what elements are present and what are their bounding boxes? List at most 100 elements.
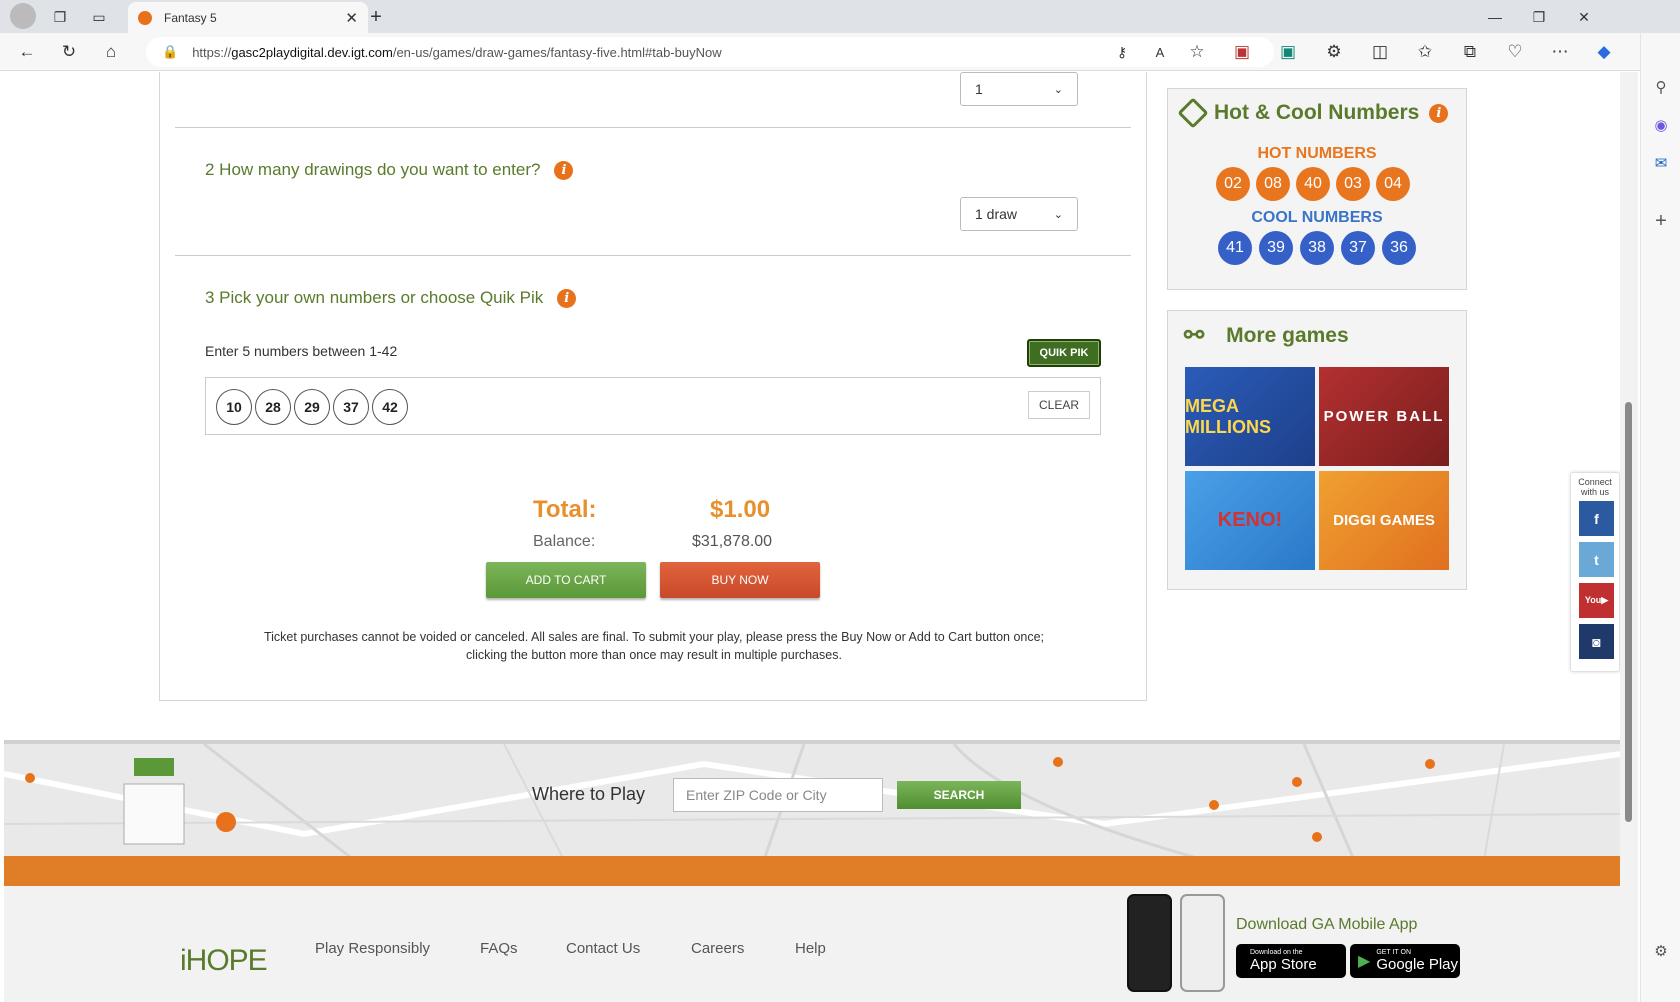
app-store-big-text: App Store [1250,956,1317,973]
footer: iHOPE Play Responsibly FAQs Contact Us C… [4,886,1620,1002]
buy-now-button[interactable]: BUY NOW [660,562,820,598]
cool-number: 38 [1300,231,1334,265]
cool-number: 39 [1259,231,1293,265]
zip-input[interactable]: Enter ZIP Code or City [673,778,883,812]
orange-band [4,856,1620,886]
extension-icon[interactable]: ▣ [1230,40,1254,64]
step1-select-value: 1 [975,81,983,97]
step3-heading: 3 Pick your own numbers or choose Quik P… [205,288,577,308]
picked-number[interactable]: 42 [372,389,408,425]
extension2-icon[interactable]: ▣ [1276,40,1300,64]
copilot-icon[interactable]: ◆ [1592,40,1616,64]
ihope-logo[interactable]: iHOPE [180,944,268,978]
footer-link-careers[interactable]: Careers [691,940,744,957]
keno-tile[interactable]: KENO! [1185,471,1315,570]
copilot-sidebar-icon[interactable]: ◉ [1649,113,1673,137]
step1-select[interactable]: 1 ⌄ [960,72,1078,106]
clear-button[interactable]: CLEAR [1028,391,1090,419]
picked-number[interactable]: 29 [294,389,330,425]
google-play-big-text: Google Play [1376,956,1459,973]
powerball-tile[interactable]: POWER BALL [1319,367,1449,466]
more-menu-icon[interactable]: ⋯ [1548,40,1572,64]
phone-image [1127,894,1172,992]
divider [175,127,1131,128]
disclaimer-text: Ticket purchases cannot be voided or can… [263,630,1045,662]
tab-title: Fantasy 5 [164,10,217,25]
hot-number: 03 [1336,167,1370,201]
hot-number: 04 [1376,167,1410,201]
footer-link-contact-us[interactable]: Contact Us [566,940,640,957]
connect-label: Connect with us [1578,477,1612,497]
step3-title: 3 Pick your own numbers or choose Quik P… [205,288,544,307]
address-bar[interactable]: 🔒 https://gasc2playdigital.dev.igt.com/e… [146,37,1274,67]
outlook-icon[interactable]: ✉ [1649,151,1673,175]
address-toolbar: ← ↻ ⌂ 🔒 https://gasc2playdigital.dev.igt… [0,33,1680,71]
footer-link-play-responsibly[interactable]: Play Responsibly [315,940,430,957]
browser-essentials-icon[interactable]: ♡ [1503,40,1527,64]
picked-number[interactable]: 37 [333,389,369,425]
close-window-icon[interactable]: ✕ [1573,6,1595,28]
where-to-play-section: Where to Play Enter ZIP Code or City SEA… [4,740,1620,856]
social-sidebar: Connect with us f t You▶ ◙ [1570,472,1620,672]
drawings-select-value: 1 draw [975,206,1018,222]
profile-avatar[interactable] [10,3,36,29]
favorite-star-icon[interactable]: ☆ [1185,40,1209,64]
favorites-icon[interactable]: ✩ [1413,40,1437,64]
number-picker: 10 28 29 37 42 CLEAR [205,377,1101,435]
drawings-select[interactable]: 1 draw ⌄ [960,197,1078,231]
step2-heading: 2 How many drawings do you want to enter… [205,160,574,180]
hot-cool-panel: Hot & Cool Numbers i HOT NUMBERS 02 08 4… [1167,88,1467,290]
page-content: 1 ⌄ 2 How many drawings do you want to en… [0,72,1620,1002]
info-icon[interactable]: i [557,288,577,308]
picked-number[interactable]: 28 [255,389,291,425]
browser-tab-strip: ❐ ▭ Fantasy 5 ✕ + — ❐ ✕ [0,0,1680,33]
refresh-icon[interactable]: ↻ [57,40,81,64]
cool-number: 41 [1218,231,1252,265]
footer-link-help[interactable]: Help [795,940,826,957]
tab-fantasy5[interactable]: Fantasy 5 ✕ [128,2,368,33]
collections-icon[interactable]: ⧉ [1458,40,1482,64]
add-to-cart-button[interactable]: ADD TO CART [486,562,646,598]
picked-number[interactable]: 10 [216,389,252,425]
key-icon[interactable]: ⚷ [1110,40,1134,64]
tab-actions-icon[interactable]: ▭ [88,6,110,28]
play-icon: ▶ [1358,953,1371,970]
google-play-badge[interactable]: ▶ GET IT ON Google Play [1350,944,1460,978]
youtube-icon[interactable]: You▶ [1579,583,1614,618]
quik-pik-button[interactable]: QUIK PIK [1027,339,1101,367]
cool-number: 37 [1341,231,1375,265]
new-tab-icon[interactable]: + [365,6,387,28]
add-sidebar-icon[interactable]: + [1649,209,1673,233]
url-prefix: https:// [192,44,232,60]
split-screen-icon[interactable]: ◫ [1368,40,1392,64]
info-icon[interactable]: i [554,160,574,180]
read-aloud-icon[interactable]: A [1148,40,1172,64]
extensions-icon[interactable]: ⚙ [1322,40,1346,64]
facebook-icon[interactable]: f [1579,501,1614,536]
instagram-icon[interactable]: ◙ [1579,624,1614,659]
page-scrollbar[interactable] [1620,72,1638,1002]
footer-link-faqs[interactable]: FAQs [480,940,518,957]
cool-number: 36 [1382,231,1416,265]
home-icon[interactable]: ⌂ [99,40,123,64]
app-store-badge[interactable]: Download on the App Store [1236,944,1346,978]
search-button[interactable]: SEARCH [897,781,1021,809]
more-games-panel: ⚯ More games MEGA MILLIONS POWER BALL KE… [1167,310,1467,590]
mega-millions-tile[interactable]: MEGA MILLIONS [1185,367,1315,466]
scrollbar-thumb[interactable] [1625,402,1632,822]
workspaces-icon[interactable]: ❐ [49,6,71,28]
diggi-tile[interactable]: DIGGI GAMES [1319,471,1449,570]
back-icon[interactable]: ← [15,40,39,64]
minimize-icon[interactable]: — [1484,6,1506,28]
where-to-play-label: Where to Play [532,784,646,804]
close-tab-icon[interactable]: ✕ [345,9,358,27]
url-path: /en-us/games/draw-games/fantasy-five.htm… [392,44,722,60]
edge-sidebar: ⚲ ◉ ✉ + ⚙ [1640,33,1680,1002]
twitter-icon[interactable]: t [1579,542,1614,577]
search-icon[interactable]: ⚲ [1649,75,1673,99]
ticket-icon [1177,97,1209,129]
info-icon[interactable]: i [1429,103,1449,123]
maximize-icon[interactable]: ❐ [1528,6,1550,28]
more-games-heading: ⚯ More games [1184,321,1349,350]
settings-gear-icon[interactable]: ⚙ [1649,939,1673,963]
